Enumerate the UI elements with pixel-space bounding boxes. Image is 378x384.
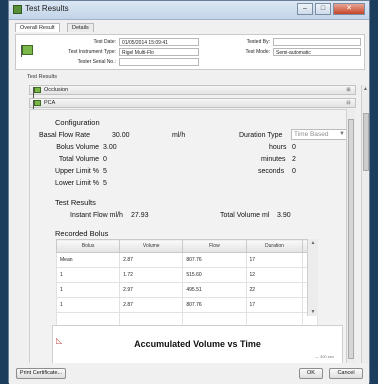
col-duration[interactable]: Duration bbox=[245, 239, 304, 253]
cell-bolus: 1 bbox=[55, 282, 121, 298]
tested-by-label: Tested By: bbox=[246, 39, 270, 45]
lower-limit-value: 5 bbox=[103, 180, 107, 187]
cell-volume: 2.87 bbox=[119, 297, 184, 313]
instrument-type-label: Test Instrument Type: bbox=[68, 49, 116, 55]
cell-duration: 22 bbox=[245, 282, 304, 298]
chart-title: Accumulated Volume vs Time bbox=[134, 339, 261, 349]
cell-duration: 17 bbox=[245, 297, 304, 313]
minimize-button[interactable]: – bbox=[297, 3, 313, 15]
total-volume-ml-label: Total Volume ml bbox=[220, 212, 270, 219]
instrument-type-field[interactable]: Rigel Multi-Flo bbox=[119, 48, 199, 56]
seconds-label: seconds bbox=[258, 168, 285, 175]
table-scrollbar[interactable]: ▲ ▼ bbox=[307, 239, 318, 316]
cell-bolus: 1 bbox=[55, 297, 121, 313]
total-volume-ml-value: 3.90 bbox=[277, 212, 291, 219]
app-icon bbox=[13, 5, 22, 14]
bolus-volume-label: Bolus Volume bbox=[56, 144, 99, 151]
scroll-thumb[interactable] bbox=[363, 113, 369, 171]
upper-limit-value: 5 bbox=[103, 168, 107, 175]
accordion-occlusion[interactable]: Occlusion ⊞ bbox=[29, 85, 356, 99]
col-volume[interactable]: Volume bbox=[119, 239, 184, 253]
cancel-button[interactable]: Cancel bbox=[329, 368, 363, 379]
cell-volume: 2.97 bbox=[119, 282, 184, 298]
dialog-footer: Print Certificate... OK Cancel bbox=[9, 363, 369, 384]
results-title: Test Results bbox=[55, 198, 96, 207]
pass-flag-icon bbox=[21, 45, 33, 57]
scroll-down-icon[interactable]: ▼ bbox=[309, 309, 317, 315]
test-results-section-label: Test Results bbox=[27, 74, 57, 80]
close-button[interactable]: ✕ bbox=[333, 3, 365, 15]
scroll-up-icon[interactable]: ▲ bbox=[309, 240, 317, 246]
col-flow[interactable]: Flow bbox=[182, 239, 247, 253]
hours-value: 0 bbox=[292, 144, 296, 151]
print-certificate-button[interactable]: Print Certificate... bbox=[16, 368, 66, 379]
table-row[interactable]: 1 2.87 807.76 17 bbox=[55, 297, 318, 313]
instant-flow-value: 27.93 bbox=[131, 212, 149, 219]
tested-by-field[interactable] bbox=[273, 38, 361, 46]
minutes-value: 2 bbox=[292, 156, 296, 163]
scroll-up-icon[interactable]: ▲ bbox=[362, 86, 369, 94]
flag-icon bbox=[33, 100, 41, 112]
test-results-window: Test Results – □ ✕ Overall Result Detail… bbox=[8, 0, 370, 384]
serial-field[interactable] bbox=[119, 58, 199, 66]
cell-duration: 17 bbox=[245, 252, 304, 268]
test-date-label: Test Date: bbox=[93, 39, 116, 45]
hours-label: hours bbox=[269, 144, 287, 151]
col-bolus[interactable]: Bolus bbox=[55, 239, 121, 253]
ok-button[interactable]: OK bbox=[299, 368, 323, 379]
recorded-bolus-table: Bolus Volume Flow Duration Mean 2.87 807… bbox=[55, 239, 318, 328]
table-row[interactable]: Mean 2.87 807.76 17 bbox=[55, 252, 318, 268]
accordion-pca[interactable]: PCA ⊟ bbox=[29, 98, 356, 112]
cell-flow: 807.76 bbox=[182, 252, 247, 268]
cell-flow: 807.76 bbox=[182, 297, 247, 313]
window-title: Test Results bbox=[25, 4, 69, 13]
cell-volume: 2.87 bbox=[119, 252, 184, 268]
results-scrollbar[interactable]: ▲ ▼ bbox=[361, 85, 369, 371]
expand-icon[interactable]: ⊞ bbox=[345, 87, 352, 93]
test-mode-field[interactable]: Semi-automatic bbox=[273, 48, 361, 56]
upper-limit-label: Upper Limit % bbox=[55, 168, 99, 175]
chevron-down-icon: ▼ bbox=[339, 131, 345, 137]
cell-volume: 1.72 bbox=[119, 267, 184, 283]
accordion-occlusion-label: Occlusion bbox=[44, 87, 69, 93]
serial-label: Tester Serial No.: bbox=[77, 59, 116, 65]
table-row[interactable]: 1 1.72 515.60 12 bbox=[55, 267, 318, 283]
title-bar: Test Results – □ ✕ bbox=[9, 1, 369, 20]
bolus-volume-value: 3.00 bbox=[103, 144, 117, 151]
cell-bolus: Mean bbox=[55, 252, 121, 268]
test-date-field[interactable]: 01/05/2014 15:09:41 bbox=[119, 38, 199, 46]
configuration-title: Configuration bbox=[55, 118, 100, 127]
basal-flow-rate-label: Basal Flow Rate bbox=[39, 132, 90, 139]
cell-duration: 12 bbox=[245, 267, 304, 283]
flag-icon bbox=[33, 87, 41, 99]
test-mode-label: Test Mode: bbox=[245, 49, 270, 55]
total-volume-value: 0 bbox=[103, 156, 107, 163]
accordion-pca-label: PCA bbox=[44, 100, 56, 106]
seconds-value: 0 bbox=[292, 168, 296, 175]
basal-flow-rate-unit: ml/h bbox=[172, 132, 186, 139]
recorded-bolus-title: Recorded Bolus bbox=[55, 229, 109, 238]
cell-flow: 495.51 bbox=[182, 282, 247, 298]
lower-limit-label: Lower Limit % bbox=[55, 180, 99, 187]
header-panel: Test Date: 01/05/2014 15:09:41 Tested By… bbox=[15, 34, 365, 70]
scroll-thumb[interactable] bbox=[348, 119, 354, 359]
duration-type-label: Duration Type bbox=[239, 132, 283, 139]
duration-type-selected: Time Based bbox=[294, 131, 329, 138]
cell-flow: 515.60 bbox=[182, 267, 247, 283]
maximize-button[interactable]: □ bbox=[315, 3, 331, 15]
duration-type-select[interactable]: Time Based ▼ bbox=[291, 129, 349, 140]
pca-scrollbar[interactable] bbox=[346, 109, 355, 371]
minutes-label: minutes bbox=[261, 156, 286, 163]
chart-legend: — 300 sec bbox=[314, 354, 334, 359]
basal-flow-rate-value: 30.00 bbox=[112, 132, 130, 139]
cell-bolus: 1 bbox=[55, 267, 121, 283]
total-volume-label: Total Volume bbox=[58, 156, 99, 163]
table-row[interactable]: 1 2.97 495.51 22 bbox=[55, 282, 318, 298]
tab-overall-result[interactable]: Overall Result bbox=[15, 23, 60, 32]
collapse-icon[interactable]: ⊟ bbox=[345, 100, 352, 106]
instant-flow-label: Instant Flow ml/h bbox=[70, 212, 123, 219]
tab-details[interactable]: Details bbox=[67, 23, 94, 32]
